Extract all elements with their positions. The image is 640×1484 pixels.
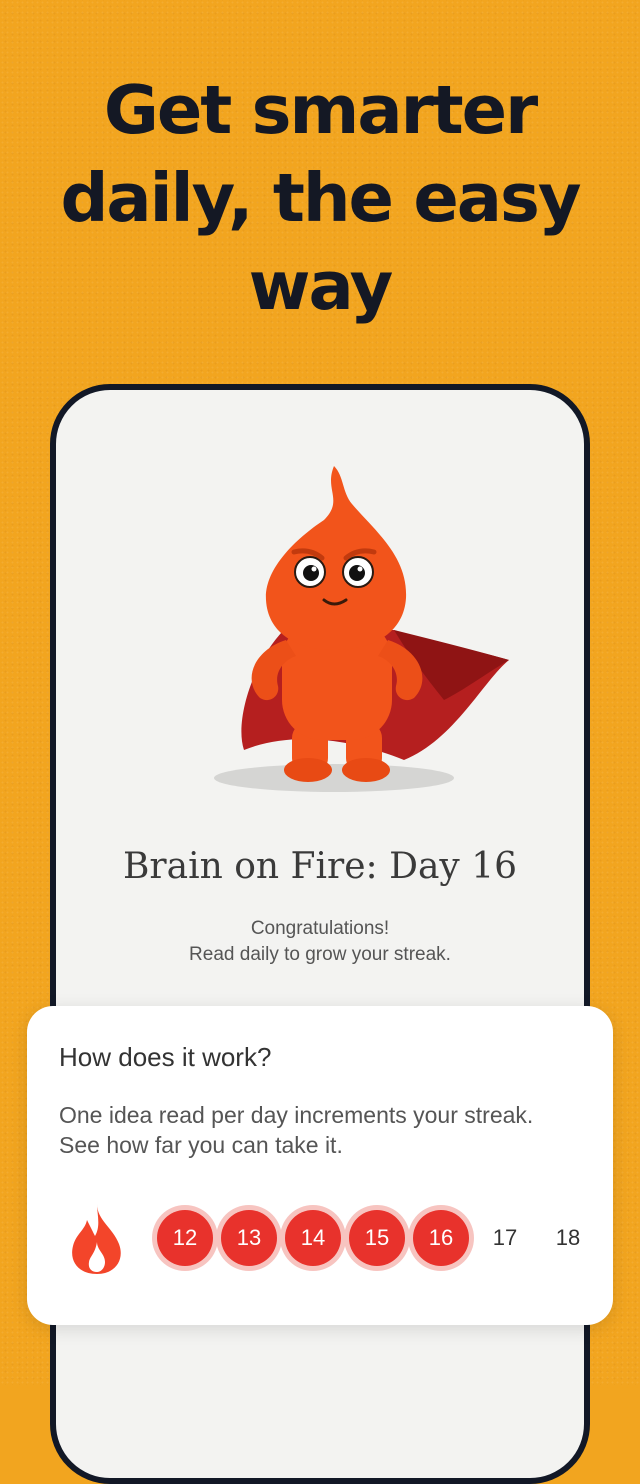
flame-icon [72,1204,121,1274]
streak-day-15: 15 [349,1210,405,1266]
streak-day-12: 12 [157,1210,213,1266]
streak-day-18: 18 [555,1225,581,1250]
streak-subtitle: Congratulations! Read daily to grow your… [56,916,584,968]
headline-line-1: Get smarter [103,71,538,149]
info-body-line-2: See how far you can take it. [59,1132,343,1158]
info-card-title: How does it work? [59,1042,272,1072]
headline: Get smarter daily, the easy way [0,66,640,330]
info-card-body: One idea read per day increments your st… [59,1100,579,1160]
headline-line-3: way [248,247,394,325]
streak-day-13: 13 [221,1210,277,1266]
streak-day-16: 16 [413,1210,469,1266]
streak-day-17: 17 [492,1225,518,1250]
streak-day-14: 14 [285,1210,341,1266]
fire-mascot-illustration [214,466,510,792]
info-body-line-1: One idea read per day increments your st… [59,1102,534,1128]
headline-line-2: daily, the easy [60,159,581,237]
congratulations-text: Congratulations! [250,918,390,939]
streak-title: Brain on Fire: Day 16 [122,846,518,887]
how-it-works-card: How does it work? One idea read per day … [27,1006,613,1325]
streak-hint-text: Read daily to grow your streak. [189,944,451,965]
